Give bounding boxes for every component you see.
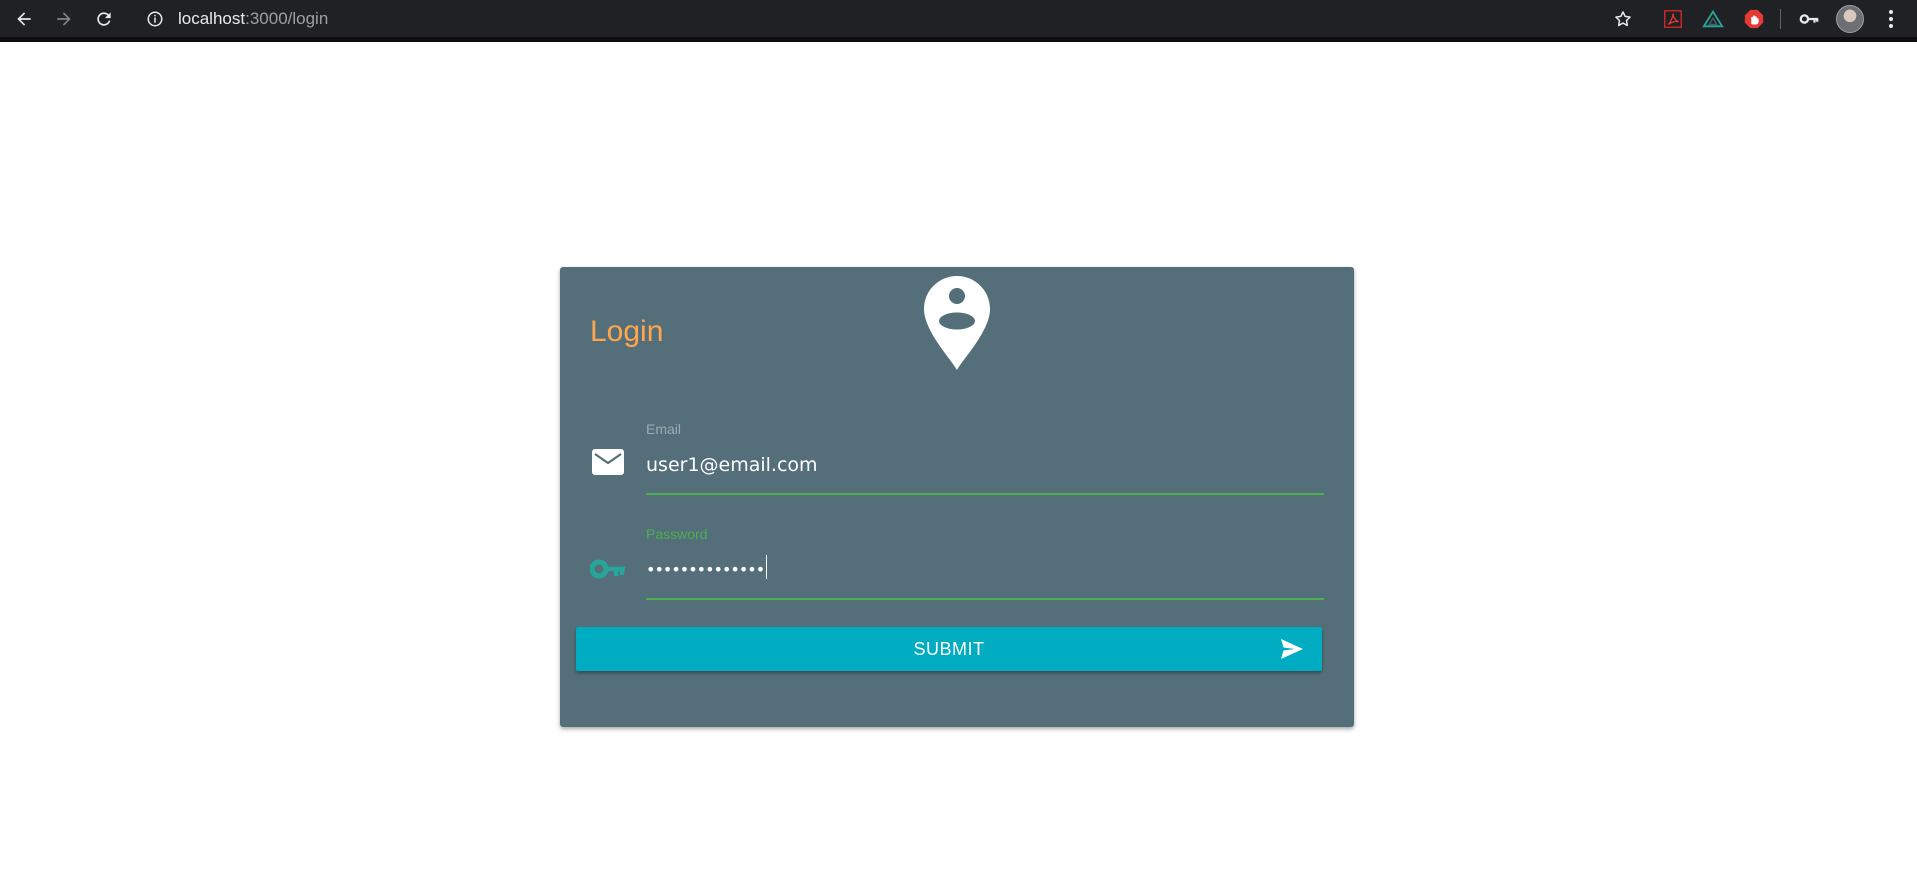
bookmark-star-button[interactable] bbox=[1610, 6, 1636, 32]
email-field[interactable] bbox=[646, 448, 1324, 482]
toolbar-separator bbox=[1780, 9, 1781, 29]
forward-button[interactable] bbox=[50, 5, 78, 33]
login-card: Login Email Password SUBMIT bbox=[560, 267, 1354, 727]
vue-devtools-button[interactable] bbox=[1700, 6, 1726, 32]
submit-button[interactable]: SUBMIT bbox=[576, 627, 1322, 671]
reload-button[interactable] bbox=[90, 5, 118, 33]
password-label: Password bbox=[646, 526, 708, 542]
pdf-extension-button[interactable] bbox=[1660, 6, 1686, 32]
password-underline bbox=[646, 598, 1324, 600]
pdf-extension-icon bbox=[1664, 10, 1682, 28]
text-cursor bbox=[766, 555, 767, 579]
login-title: Login bbox=[590, 315, 664, 348]
password-field[interactable] bbox=[646, 552, 1324, 586]
profile-avatar[interactable] bbox=[1836, 5, 1864, 33]
info-icon bbox=[147, 11, 163, 27]
arrow-left-icon bbox=[17, 12, 31, 26]
back-button[interactable] bbox=[10, 5, 38, 33]
adblock-button[interactable] bbox=[1741, 6, 1767, 32]
vue-devtools-icon bbox=[1702, 9, 1724, 28]
email-underline bbox=[646, 493, 1324, 495]
key-icon bbox=[588, 549, 628, 589]
password-manager-button[interactable] bbox=[1796, 6, 1822, 32]
email-label: Email bbox=[646, 421, 682, 437]
send-icon bbox=[1281, 639, 1303, 659]
url-text: localhost:3000/login bbox=[178, 9, 328, 29]
address-bar[interactable]: localhost:3000/login bbox=[132, 3, 1622, 35]
arrow-right-icon bbox=[57, 12, 71, 26]
browser-menu-button[interactable] bbox=[1878, 6, 1904, 32]
mail-icon bbox=[588, 442, 628, 482]
submit-label: SUBMIT bbox=[913, 639, 985, 659]
kebab-menu-icon bbox=[1889, 10, 1893, 28]
url-host: localhost bbox=[178, 9, 246, 28]
url-path: :3000/login bbox=[245, 9, 329, 28]
reload-icon bbox=[97, 12, 111, 26]
browser-toolbar: localhost:3000/login bbox=[0, 0, 1917, 42]
key-manager-icon bbox=[1799, 14, 1819, 24]
adblock-icon bbox=[1744, 9, 1764, 29]
user-location-pin-icon bbox=[924, 276, 990, 370]
star-icon bbox=[1615, 11, 1631, 27]
